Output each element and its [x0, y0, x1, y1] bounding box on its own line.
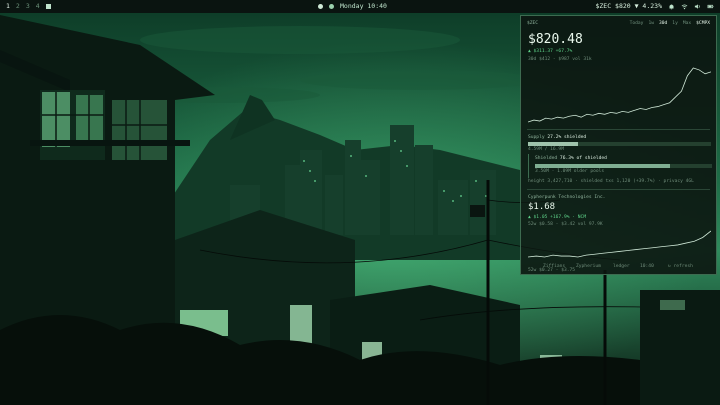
dot-icon — [318, 4, 323, 9]
supply-title: Supply — [528, 135, 545, 140]
divider — [527, 129, 710, 130]
workspace-2[interactable]: 2 — [16, 0, 20, 13]
tab-1w[interactable]: 1w — [648, 21, 654, 26]
zec-widget: $ZEC Today 1w 30d 1y Max $CMPX $820.48 ▲… — [520, 15, 717, 275]
zec-delta: ▲ $311.37 +67.7% — [528, 49, 573, 54]
shielded-progress-bar — [535, 164, 712, 168]
footer-ledger[interactable]: ledger — [613, 264, 630, 269]
supply-progress-fill — [528, 142, 578, 146]
company-range: 52w $0.58 - $3.42 vol 97.9K — [528, 222, 603, 227]
top-bar: 1 2 3 4 Monday 10:40 $ZEC $820 ▼ 4.23% — [0, 0, 720, 13]
shielded-title: Shielded — [535, 156, 558, 161]
footer-zypherium[interactable]: Zypherium — [576, 264, 601, 269]
workspace-3[interactable]: 3 — [26, 0, 30, 13]
workspace-indicator-icon — [45, 4, 51, 9]
battery-icon[interactable] — [707, 3, 714, 10]
tab-30d[interactable]: 30d — [659, 21, 667, 26]
system-tray: $ZEC $820 ▼ 4.23% — [595, 0, 714, 13]
shielded-value: 76.3% of shielded — [559, 156, 607, 161]
zec-price-chart — [528, 67, 711, 123]
widget-header: $ZEC Today 1w 30d 1y Max $CMPX — [527, 21, 710, 29]
workspace-1[interactable]: 1 — [6, 0, 10, 13]
zec-chart-line — [528, 67, 711, 123]
tab-today[interactable]: Today — [630, 21, 644, 26]
footer-ziffians[interactable]: Ziffians — [543, 264, 565, 269]
company-chart-line — [528, 230, 711, 258]
bell-icon[interactable] — [668, 3, 675, 10]
unit-label[interactable]: $CMPX — [696, 21, 710, 26]
tab-1y[interactable]: 1y — [672, 21, 678, 26]
company-delta: ▲ $1.05 +167.9% · NCM — [528, 215, 587, 220]
widget-symbol: $ZEC — [527, 21, 539, 26]
workspace-switcher: 1 2 3 4 — [6, 0, 51, 13]
clock-area[interactable]: Monday 10:40 — [318, 0, 387, 13]
zec-ticker[interactable]: $ZEC $820 ▼ 4.23% — [595, 0, 662, 13]
chain-meta: height 3,427,710 · shielded txs 1,120 (+… — [528, 179, 694, 184]
shielded-box: Shielded 76.3% of shielded 3.50M · 1.09M… — [528, 154, 712, 178]
shielded-label: Shielded 76.3% of shielded — [535, 156, 607, 161]
footer-time: 10:40 — [640, 264, 654, 269]
clock-text: Monday 10:40 — [340, 2, 387, 10]
zec-price: $820.48 — [528, 32, 583, 47]
refresh-button[interactable]: ↻ refresh — [668, 264, 693, 269]
shielded-numbers: 3.50M · 1.09M older pools — [535, 169, 605, 174]
zec-range: 30d $412 - $987 vol 31k — [528, 57, 592, 62]
range-tabs: Today 1w 30d 1y Max $CMPX — [630, 21, 710, 26]
supply-progress-bar — [528, 142, 711, 146]
wifi-icon[interactable] — [681, 3, 688, 10]
company-price-chart — [528, 230, 711, 258]
supply-label: Supply 27.2% shielded — [528, 135, 586, 140]
divider-2 — [527, 189, 710, 190]
supply-numbers: 4.59M / 16.9M — [528, 147, 564, 152]
company-price: $1.68 — [528, 202, 556, 212]
dot-icon-2 — [329, 4, 334, 9]
workspace-4[interactable]: 4 — [36, 0, 40, 13]
shielded-progress-fill — [535, 164, 671, 168]
tab-max[interactable]: Max — [683, 21, 691, 26]
volume-icon[interactable] — [694, 3, 701, 10]
company-name: Cypherpunk Technologies Inc. — [528, 195, 606, 200]
supply-value: 27.2% shielded — [547, 135, 587, 140]
